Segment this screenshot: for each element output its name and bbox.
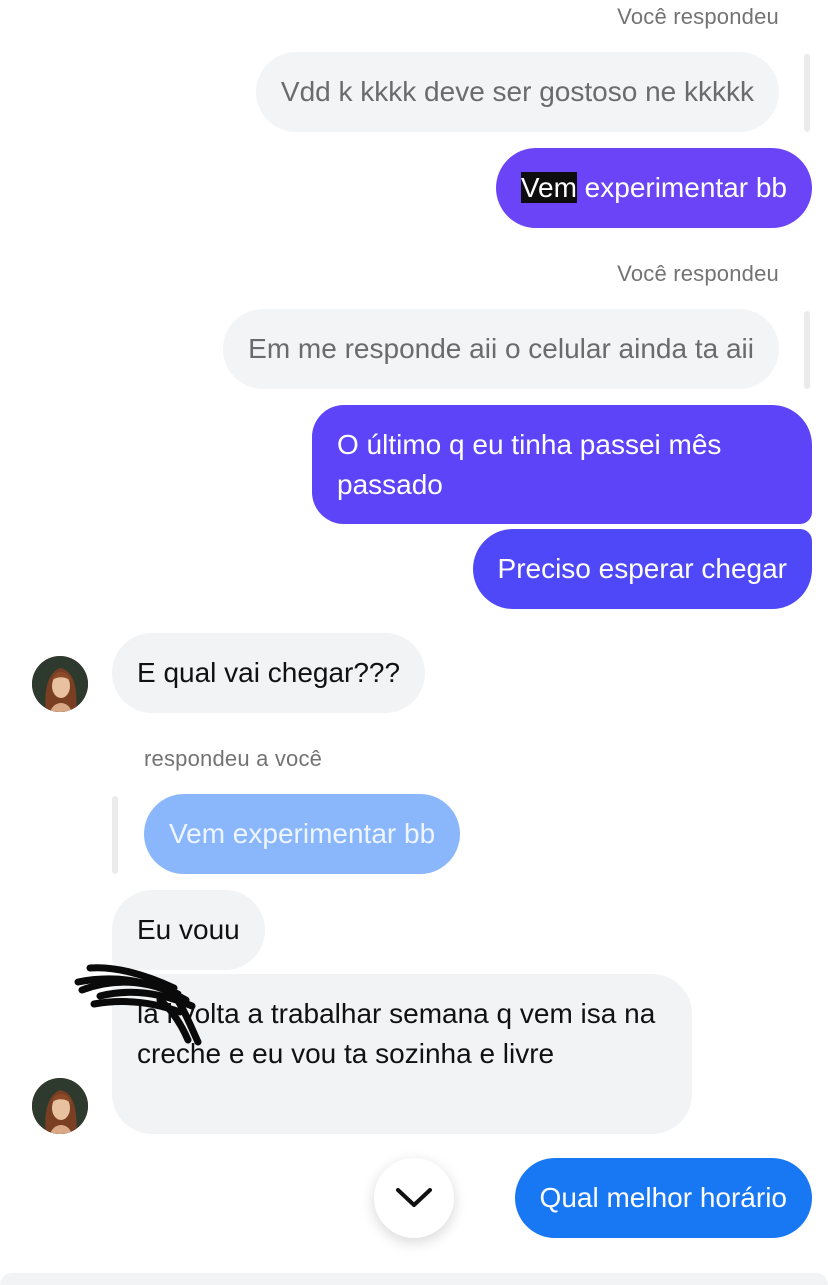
my-message[interactable]: Vem experimentar bb [495,148,812,228]
chat-screen: Você respondeu Vdd k kkkk deve ser gosto… [0,0,828,1285]
quote-bar [804,311,810,389]
quote-bar [804,54,810,132]
my-message[interactable]: Preciso esperar chegar [472,529,812,609]
scribble-redaction [74,964,202,1046]
quoted-message[interactable]: Vdd k kkkk deve ser gostoso ne kkkkk [255,52,779,132]
reply-label: Você respondeu [617,261,779,286]
quoted-message[interactable]: Vem experimentar bb [144,794,461,874]
reply-label: respondeu a você [144,746,323,771]
next-message-partial [0,1273,828,1285]
chevron-down-icon [396,1188,432,1207]
my-message[interactable]: Qual melhor horário [514,1158,812,1238]
reply-label: Você respondeu [617,4,779,29]
scroll-down-button[interactable] [374,1158,454,1238]
avatar[interactable] [32,1078,88,1134]
quote-bar [112,796,118,874]
my-message[interactable]: O último q eu tinha passei mês passado [312,405,812,524]
selected-text[interactable]: Vem [520,172,577,203]
quoted-message[interactable]: Em me responde aii o celular ainda ta ai… [223,309,779,389]
their-message[interactable]: E qual vai chegar??? [112,633,426,713]
their-message[interactable]: Eu vouu [112,890,265,970]
avatar[interactable] [32,656,88,712]
message-text: experimentar bb [576,172,787,203]
